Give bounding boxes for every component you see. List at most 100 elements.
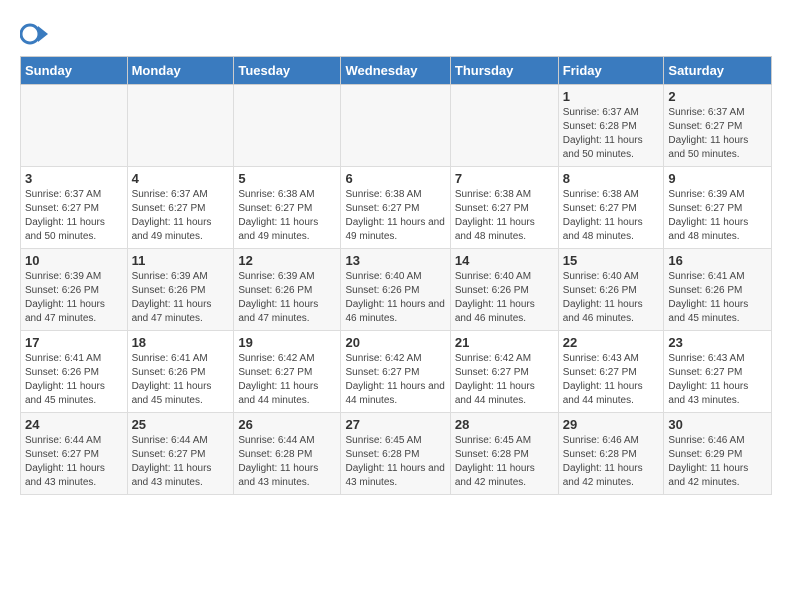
day-number: 4 <box>132 171 230 186</box>
calendar-cell: 20Sunrise: 6:42 AM Sunset: 6:27 PM Dayli… <box>341 331 450 413</box>
calendar-cell: 21 Sunrise: 6:42 AM Sunset: 6:27 PM Dayli… <box>450 331 558 413</box>
day-info: Sunrise: 6:44 AM Sunset: 6:27 PM Dayligh… <box>132 434 230 490</box>
header-row <box>20 20 772 48</box>
day-info: Sunrise: 6:40 AM Sunset: 6:26 PM Dayligh… <box>455 270 554 326</box>
calendar-cell: 8Sunrise: 6:38 AM Sunset: 6:27 PM Daylig… <box>558 167 664 249</box>
calendar-cell: 9 Sunrise: 6:39 AM Sunset: 6:27 PM Daylig… <box>664 167 772 249</box>
day-number: 10 <box>25 253 123 268</box>
calendar-cell: 19 Sunrise: 6:42 AM Sunset: 6:27 PM Dayli… <box>234 331 341 413</box>
day-number: 19 <box>238 335 336 350</box>
day-info: Sunrise: 6:37 AM Sunset: 6:27 PM Dayligh… <box>668 106 767 162</box>
calendar-cell: 10 Sunrise: 6:39 AM Sunset: 6:26 PM Dayli… <box>21 249 128 331</box>
day-number: 20 <box>345 335 445 350</box>
header-day-sunday: Sunday <box>21 57 128 85</box>
header-day-thursday: Thursday <box>450 57 558 85</box>
calendar-cell: 30 Sunrise: 6:46 AM Sunset: 6:29 PM Dayli… <box>664 413 772 495</box>
calendar-cell: 23Sunrise: 6:43 AM Sunset: 6:27 PM Dayli… <box>664 331 772 413</box>
day-info: Sunrise: 6:38 AM Sunset: 6:27 PM Dayligh… <box>238 188 336 244</box>
day-info: Sunrise: 6:39 AM Sunset: 6:27 PM Dayligh… <box>668 188 767 244</box>
day-info: Sunrise: 6:42 AM Sunset: 6:27 PM Dayligh… <box>455 352 554 408</box>
logo-icon <box>20 20 48 48</box>
day-info: Sunrise: 6:44 AM Sunset: 6:27 PM Dayligh… <box>25 434 123 490</box>
calendar-week-5: 24 Sunrise: 6:44 AM Sunset: 6:27 PM Dayli… <box>21 413 772 495</box>
day-number: 17 <box>25 335 123 350</box>
calendar-week-1: 1 Sunrise: 6:37 AM Sunset: 6:28 PM Daylig… <box>21 85 772 167</box>
day-info: Sunrise: 6:39 AM Sunset: 6:26 PM Dayligh… <box>238 270 336 326</box>
calendar-cell <box>127 85 234 167</box>
header-day-friday: Friday <box>558 57 664 85</box>
day-number: 21 <box>455 335 554 350</box>
day-number: 23 <box>668 335 767 350</box>
calendar-cell: 14Sunrise: 6:40 AM Sunset: 6:26 PM Dayli… <box>450 249 558 331</box>
calendar-cell: 15Sunrise: 6:40 AM Sunset: 6:26 PM Dayli… <box>558 249 664 331</box>
day-number: 22 <box>563 335 660 350</box>
day-number: 11 <box>132 253 230 268</box>
day-number: 13 <box>345 253 445 268</box>
day-info: Sunrise: 6:40 AM Sunset: 6:26 PM Dayligh… <box>563 270 660 326</box>
day-info: Sunrise: 6:41 AM Sunset: 6:26 PM Dayligh… <box>25 352 123 408</box>
calendar-cell: 13 Sunrise: 6:40 AM Sunset: 6:26 PM Dayli… <box>341 249 450 331</box>
day-number: 12 <box>238 253 336 268</box>
day-number: 28 <box>455 417 554 432</box>
calendar-cell <box>234 85 341 167</box>
header-row-days: SundayMondayTuesdayWednesdayThursdayFrid… <box>21 57 772 85</box>
day-number: 24 <box>25 417 123 432</box>
day-number: 26 <box>238 417 336 432</box>
calendar-cell: 1 Sunrise: 6:37 AM Sunset: 6:28 PM Daylig… <box>558 85 664 167</box>
day-number: 25 <box>132 417 230 432</box>
day-info: Sunrise: 6:45 AM Sunset: 6:28 PM Dayligh… <box>455 434 554 490</box>
day-info: Sunrise: 6:40 AM Sunset: 6:26 PM Dayligh… <box>345 270 445 326</box>
day-info: Sunrise: 6:46 AM Sunset: 6:28 PM Dayligh… <box>563 434 660 490</box>
calendar-body: 1 Sunrise: 6:37 AM Sunset: 6:28 PM Daylig… <box>21 85 772 495</box>
day-number: 30 <box>668 417 767 432</box>
day-number: 7 <box>455 171 554 186</box>
calendar-cell: 2 Sunrise: 6:37 AM Sunset: 6:27 PM Daylig… <box>664 85 772 167</box>
day-info: Sunrise: 6:43 AM Sunset: 6:27 PM Dayligh… <box>563 352 660 408</box>
day-number: 9 <box>668 171 767 186</box>
day-info: Sunrise: 6:41 AM Sunset: 6:26 PM Dayligh… <box>668 270 767 326</box>
day-info: Sunrise: 6:38 AM Sunset: 6:27 PM Dayligh… <box>345 188 445 244</box>
calendar-cell: 17 Sunrise: 6:41 AM Sunset: 6:26 PM Dayli… <box>21 331 128 413</box>
calendar-cell: 6Sunrise: 6:38 AM Sunset: 6:27 PM Daylig… <box>341 167 450 249</box>
calendar-cell: 29 Sunrise: 6:46 AM Sunset: 6:28 PM Dayli… <box>558 413 664 495</box>
calendar-cell: 12 Sunrise: 6:39 AM Sunset: 6:26 PM Dayli… <box>234 249 341 331</box>
calendar-cell: 27 Sunrise: 6:45 AM Sunset: 6:28 PM Dayli… <box>341 413 450 495</box>
calendar-cell: 5 Sunrise: 6:38 AM Sunset: 6:27 PM Daylig… <box>234 167 341 249</box>
day-number: 3 <box>25 171 123 186</box>
calendar-cell: 22 Sunrise: 6:43 AM Sunset: 6:27 PM Dayli… <box>558 331 664 413</box>
calendar-cell: 18Sunrise: 6:41 AM Sunset: 6:26 PM Dayli… <box>127 331 234 413</box>
day-info: Sunrise: 6:37 AM Sunset: 6:27 PM Dayligh… <box>132 188 230 244</box>
calendar-table: SundayMondayTuesdayWednesdayThursdayFrid… <box>20 56 772 495</box>
header-day-wednesday: Wednesday <box>341 57 450 85</box>
day-number: 27 <box>345 417 445 432</box>
day-number: 8 <box>563 171 660 186</box>
calendar-header: SundayMondayTuesdayWednesdayThursdayFrid… <box>21 57 772 85</box>
calendar-cell <box>341 85 450 167</box>
day-number: 5 <box>238 171 336 186</box>
page-container: SundayMondayTuesdayWednesdayThursdayFrid… <box>0 0 792 505</box>
day-number: 16 <box>668 253 767 268</box>
logo <box>20 20 52 48</box>
day-number: 1 <box>563 89 660 104</box>
day-info: Sunrise: 6:41 AM Sunset: 6:26 PM Dayligh… <box>132 352 230 408</box>
day-info: Sunrise: 6:39 AM Sunset: 6:26 PM Dayligh… <box>132 270 230 326</box>
calendar-cell <box>21 85 128 167</box>
header-day-monday: Monday <box>127 57 234 85</box>
day-info: Sunrise: 6:45 AM Sunset: 6:28 PM Dayligh… <box>345 434 445 490</box>
day-info: Sunrise: 6:39 AM Sunset: 6:26 PM Dayligh… <box>25 270 123 326</box>
day-info: Sunrise: 6:37 AM Sunset: 6:27 PM Dayligh… <box>25 188 123 244</box>
calendar-cell: 11 Sunrise: 6:39 AM Sunset: 6:26 PM Dayli… <box>127 249 234 331</box>
day-number: 2 <box>668 89 767 104</box>
calendar-cell: 24 Sunrise: 6:44 AM Sunset: 6:27 PM Dayli… <box>21 413 128 495</box>
day-info: Sunrise: 6:44 AM Sunset: 6:28 PM Dayligh… <box>238 434 336 490</box>
calendar-cell: 26 Sunrise: 6:44 AM Sunset: 6:28 PM Dayli… <box>234 413 341 495</box>
day-info: Sunrise: 6:42 AM Sunset: 6:27 PM Dayligh… <box>238 352 336 408</box>
day-info: Sunrise: 6:38 AM Sunset: 6:27 PM Dayligh… <box>455 188 554 244</box>
header-day-tuesday: Tuesday <box>234 57 341 85</box>
header-day-saturday: Saturday <box>664 57 772 85</box>
calendar-cell: 25 Sunrise: 6:44 AM Sunset: 6:27 PM Dayli… <box>127 413 234 495</box>
day-number: 29 <box>563 417 660 432</box>
day-info: Sunrise: 6:46 AM Sunset: 6:29 PM Dayligh… <box>668 434 767 490</box>
day-info: Sunrise: 6:37 AM Sunset: 6:28 PM Dayligh… <box>563 106 660 162</box>
calendar-week-2: 3 Sunrise: 6:37 AM Sunset: 6:27 PM Daylig… <box>21 167 772 249</box>
